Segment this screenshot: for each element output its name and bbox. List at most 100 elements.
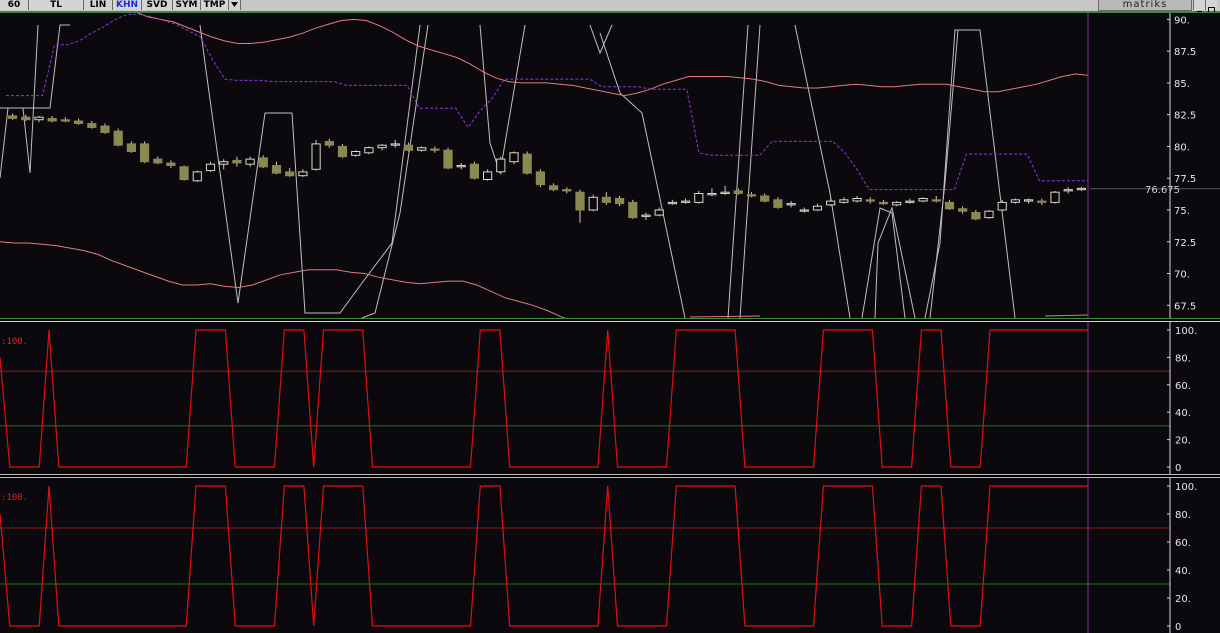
candle [681,200,691,203]
tmp-button[interactable]: TMP [201,0,229,10]
candle [417,147,427,151]
candle [535,171,545,186]
restore-icon[interactable] [1205,0,1217,13]
candle [892,201,902,206]
candle [786,203,796,206]
oscillator-y-tick-label: 40. [1175,566,1191,577]
candle [799,209,809,212]
candle [1076,187,1087,191]
price-y-tick-label: 72.5 [1174,238,1196,249]
candle [311,143,321,170]
candle [34,116,44,121]
candle [878,201,889,205]
candle [971,212,981,220]
oscillator-y-tick-label: 60. [1175,538,1191,549]
candle [1024,199,1034,202]
candle [1063,189,1073,192]
candle [549,185,559,191]
candle [21,116,31,121]
candle [166,162,176,166]
sym-button[interactable]: SYM [173,0,201,10]
candle [403,144,414,151]
candle [839,199,849,203]
oscillator-panel-2[interactable]: 100. 80. 60. 40. 20. 0 :100. [0,477,1220,633]
candle [377,144,387,149]
candle [628,201,638,219]
oscillator-y-tick-label: 0 [1175,463,1181,474]
price-y-tick-label: 82.5 [1174,111,1196,122]
candle [60,119,70,122]
khn-button[interactable]: KHN [113,0,142,10]
oscillator-background [0,322,1220,474]
candle [746,194,757,197]
candle [773,199,783,208]
price-y-tick-label: 75. [1174,206,1190,217]
oscillator-y-tick-label: 0 [1175,622,1181,633]
candle [219,161,229,165]
oscillator-y-tick-label: 60. [1175,381,1191,392]
oscillator-y-tick-label: 20. [1175,594,1191,605]
candle [918,198,928,202]
candle [271,165,282,174]
candle [826,200,836,206]
candle [87,123,97,128]
candle [153,158,163,164]
candle [601,196,611,203]
oscillator-y-tick-label: 80. [1175,510,1191,521]
brand-logo: matriks [1098,0,1192,11]
candle [654,209,664,216]
candle [100,125,110,133]
candle [496,158,506,173]
candle [298,171,308,177]
price-chart-background [0,13,1220,318]
price-chart-panel[interactable]: 90. 87.5 85. 82.5 80. 77.5 75. 72.5 70. 67.5 76.6… [0,12,1220,319]
price-y-tick-label: 87.5 [1174,47,1196,58]
candle [351,151,361,156]
oscillator-panel-1[interactable]: 100. 80. 60. 40. 20. 0 :100. [0,321,1220,475]
oscillator-y-tick-label: 100. [1175,326,1197,337]
candle [720,191,730,194]
price-y-tick-label: 90. [1174,15,1190,26]
candle [997,201,1007,211]
tl-button[interactable]: TL [29,0,84,10]
oscillator-y-tick-label: 100. [1175,482,1197,493]
candle [509,152,519,163]
candle [179,166,189,181]
candle [575,191,585,211]
oscillator-chart-1: 100. 80. 60. 40. 20. 0 [0,322,1220,474]
candle [812,205,823,211]
candle [522,153,532,174]
candle [258,157,268,168]
candle [364,147,374,154]
svd-button[interactable]: SVD [142,0,173,10]
candle [931,199,941,202]
candle [694,193,704,203]
price-y-tick-label: 80. [1174,142,1190,153]
candle [1050,191,1060,203]
oscillator-background [0,478,1220,633]
candle [324,140,334,146]
candle [390,143,400,146]
candle [984,210,994,219]
candle [615,198,625,205]
price-y-tick-label: 77.5 [1174,174,1196,185]
candle [74,120,84,124]
candle [245,158,255,165]
candle [1010,199,1020,203]
candle [707,193,717,196]
candle [140,143,150,163]
candle [430,148,440,151]
price-chart: 90. 87.5 85. 82.5 80. 77.5 75. 72.5 70. 67.5 [0,13,1220,318]
lin-button[interactable]: LIN [84,0,113,10]
candle [232,159,242,164]
oscillator-y-tick-label: 20. [1175,436,1191,447]
candle [337,145,348,158]
oscillator-2-label: :100. [1,493,29,503]
candle [958,208,968,212]
candle [443,149,453,169]
minimize-icon[interactable] [1193,0,1205,13]
candle [469,163,479,179]
period-button[interactable]: 60 [0,0,29,10]
dropdown-arrow-icon[interactable] [229,0,241,10]
candle [47,118,57,122]
